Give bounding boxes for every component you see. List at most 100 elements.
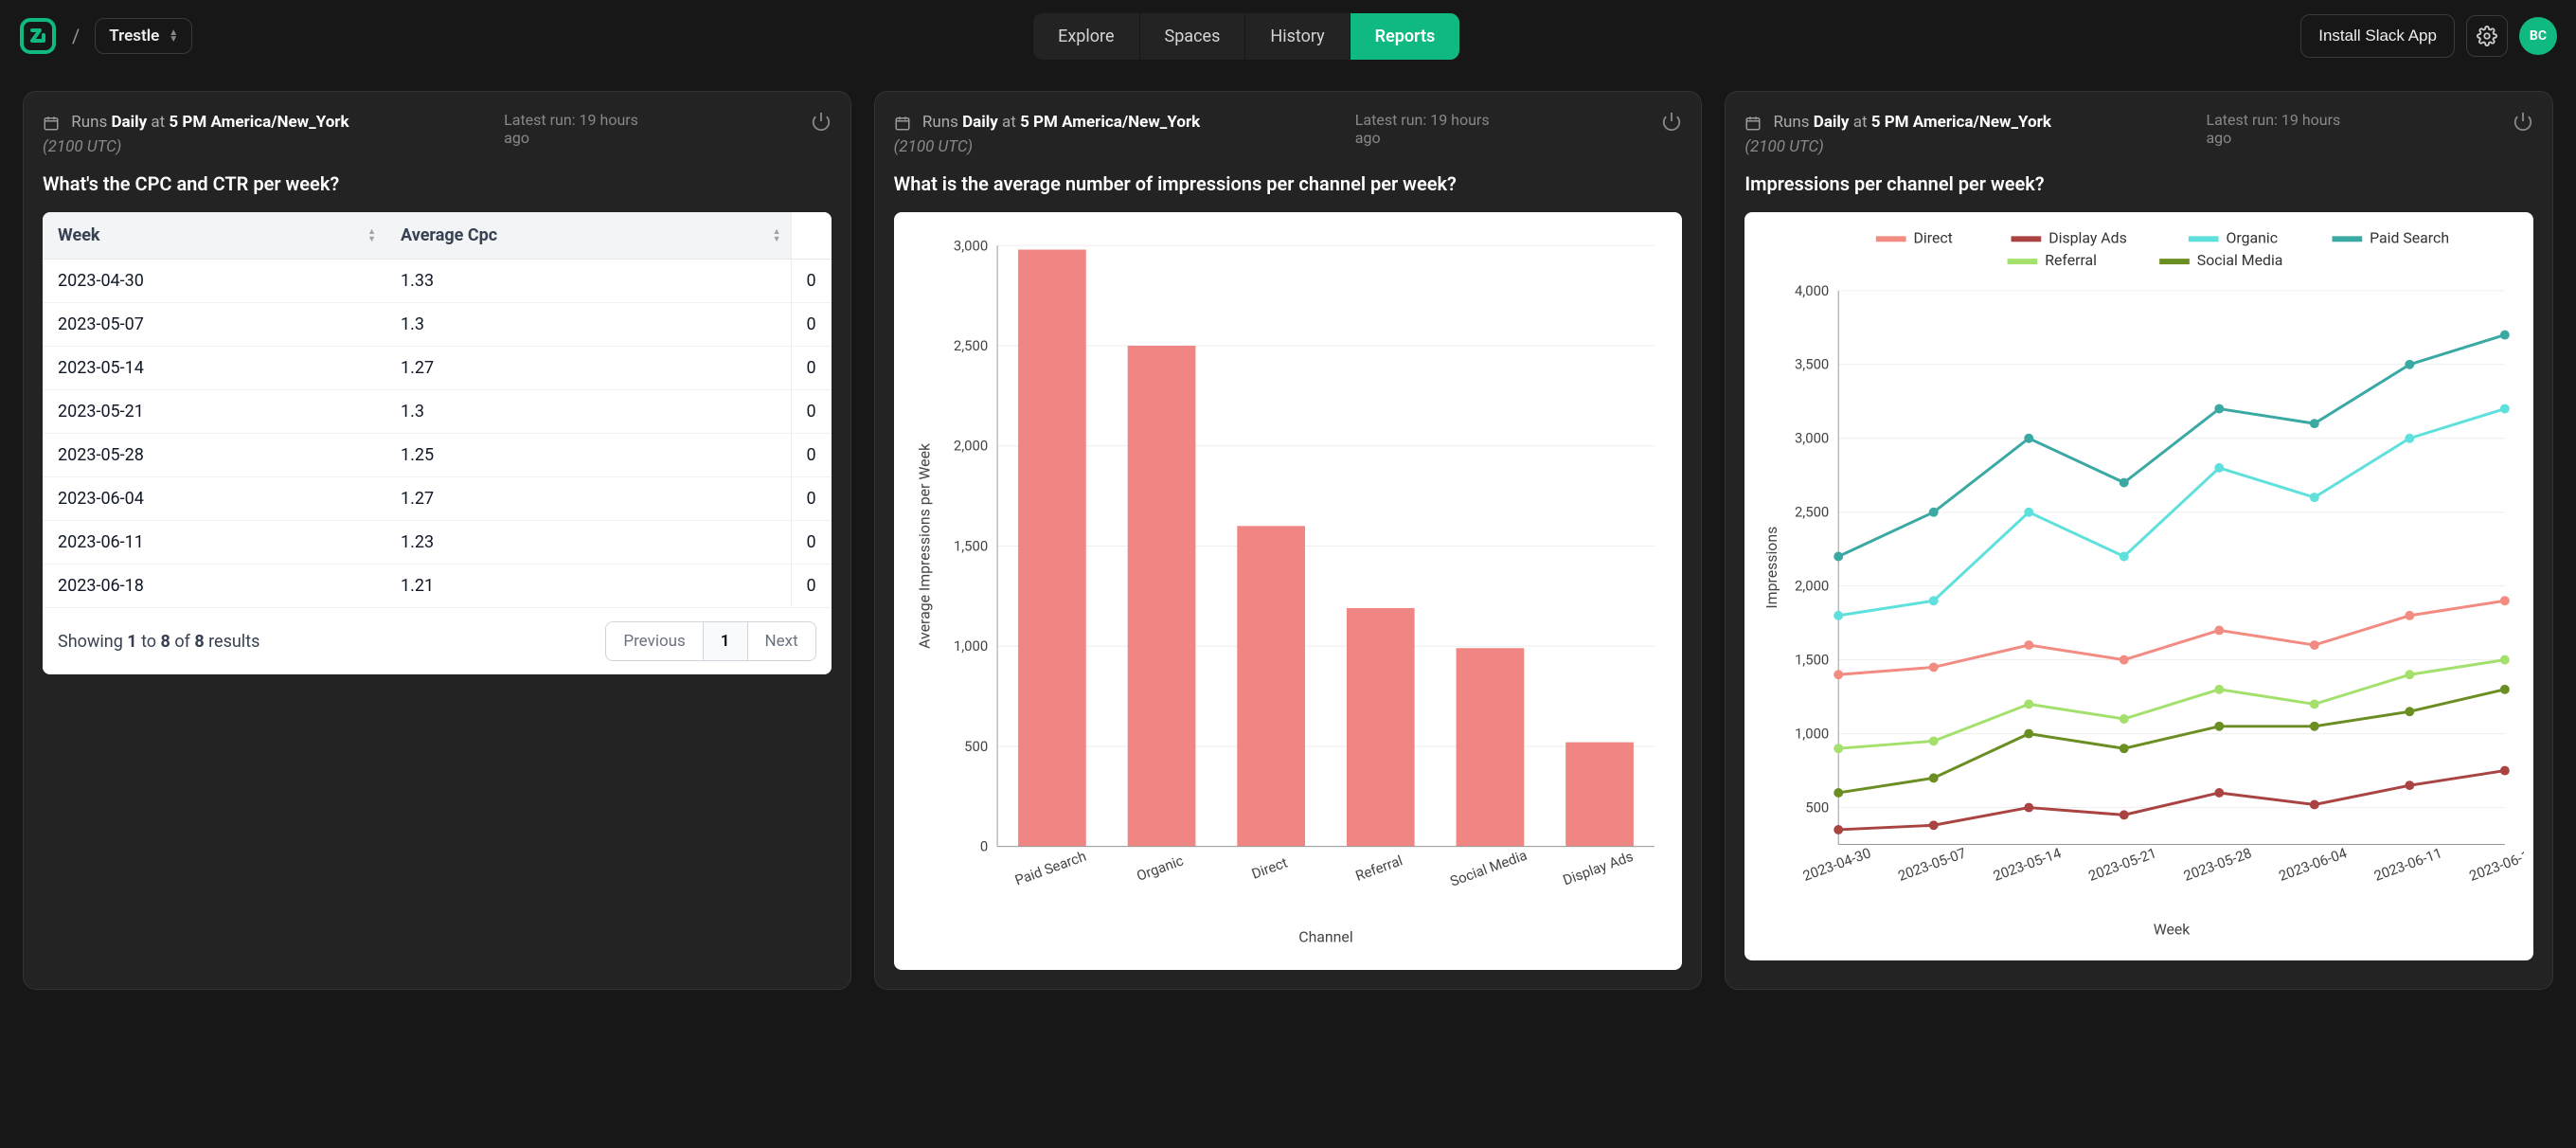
nav-history[interactable]: History <box>1245 13 1350 60</box>
latest-run: Latest run: 19 hours ago <box>2206 111 2357 147</box>
point[interactable] <box>2025 434 2034 443</box>
pager-prev[interactable]: Previous <box>606 622 703 660</box>
bar-direct[interactable] <box>1237 526 1305 846</box>
svg-text:2023-05-28: 2023-05-28 <box>2182 844 2255 885</box>
line-series-display ads[interactable] <box>1839 771 2506 830</box>
col-avg-cpc[interactable]: Average Cpc ▲▼ <box>385 212 791 260</box>
point[interactable] <box>2500 404 2510 414</box>
power-toggle[interactable] <box>2513 111 2533 135</box>
svg-text:Organic: Organic <box>2227 228 2279 246</box>
bar-organic[interactable] <box>1127 346 1195 847</box>
line-series-direct[interactable] <box>1839 601 2506 674</box>
point[interactable] <box>2120 552 2129 562</box>
cell-avg-cpc: 1.27 <box>385 347 791 390</box>
svg-text:Paid Search: Paid Search <box>2370 228 2449 246</box>
point[interactable] <box>2215 722 2225 731</box>
point[interactable] <box>2406 434 2415 443</box>
point[interactable] <box>1834 825 1844 834</box>
point[interactable] <box>1834 552 1844 562</box>
nav-spaces[interactable]: Spaces <box>1140 13 1246 60</box>
power-toggle[interactable] <box>811 111 832 135</box>
svg-text:Organic: Organic <box>1134 852 1185 884</box>
user-avatar[interactable]: BC <box>2519 17 2557 55</box>
svg-text:2023-06-11: 2023-06-11 <box>2372 844 2445 885</box>
workspace-picker[interactable]: Trestle ▲▼ <box>95 18 192 54</box>
cell-avg-cpc: 1.25 <box>385 434 791 477</box>
app-header: / Trestle ▲▼ Explore Spaces History Repo… <box>0 0 2576 72</box>
col-week[interactable]: Week ▲▼ <box>43 212 385 260</box>
power-toggle[interactable] <box>1661 111 1682 135</box>
svg-text:2023-05-14: 2023-05-14 <box>1992 844 2065 885</box>
point[interactable] <box>1834 788 1844 798</box>
point[interactable] <box>1929 773 1939 782</box>
bar-display ads[interactable] <box>1565 743 1634 847</box>
cell-week: 2023-06-04 <box>43 477 385 521</box>
point[interactable] <box>2215 788 2225 798</box>
point[interactable] <box>2120 810 2129 819</box>
point[interactable] <box>2120 478 2129 488</box>
cell-overflow: 0 <box>791 347 832 390</box>
pager-page-1[interactable]: 1 <box>704 622 748 660</box>
install-slack-button[interactable]: Install Slack App <box>2300 14 2455 58</box>
point[interactable] <box>2215 625 2225 635</box>
point[interactable] <box>2500 596 2510 605</box>
svg-text:Social Media: Social Media <box>1447 847 1529 890</box>
table-row: 2023-04-30 1.33 0 <box>43 260 832 303</box>
point[interactable] <box>2215 404 2225 414</box>
pager-next[interactable]: Next <box>748 622 815 660</box>
point[interactable] <box>2500 331 2510 340</box>
point[interactable] <box>1834 744 1844 753</box>
svg-text:Social Media: Social Media <box>2197 251 2283 269</box>
point[interactable] <box>2120 744 2129 753</box>
point[interactable] <box>2500 766 2510 776</box>
point[interactable] <box>2406 780 2415 790</box>
point[interactable] <box>2310 419 2319 428</box>
point[interactable] <box>2025 640 2034 650</box>
line-series-referral[interactable] <box>1839 660 2506 749</box>
nav-explore[interactable]: Explore <box>1033 13 1139 60</box>
workspace-name: Trestle <box>109 27 159 45</box>
point[interactable] <box>1834 670 1844 679</box>
point[interactable] <box>2310 493 2319 502</box>
point[interactable] <box>2120 714 2129 724</box>
point[interactable] <box>2500 655 2510 665</box>
point[interactable] <box>2025 508 2034 517</box>
svg-text:Direct: Direct <box>1249 854 1290 883</box>
point[interactable] <box>2025 803 2034 813</box>
bar-social media[interactable] <box>1456 648 1524 846</box>
point[interactable] <box>2310 722 2319 731</box>
report-card-avg-impressions: Runs Daily at 5 PM America/New_York (210… <box>874 91 1703 990</box>
svg-text:2,000: 2,000 <box>1795 578 1829 595</box>
point[interactable] <box>2500 685 2510 694</box>
point[interactable] <box>2406 707 2415 716</box>
point[interactable] <box>2120 655 2129 665</box>
point[interactable] <box>1929 508 1939 517</box>
point[interactable] <box>1834 611 1844 620</box>
line-series-paid search[interactable] <box>1839 335 2506 557</box>
point[interactable] <box>1929 596 1939 605</box>
nav-reports[interactable]: Reports <box>1351 13 1460 60</box>
latest-run: Latest run: 19 hours ago <box>504 111 655 147</box>
point[interactable] <box>1929 820 1939 830</box>
point[interactable] <box>2406 360 2415 369</box>
point[interactable] <box>2310 699 2319 709</box>
point[interactable] <box>2215 463 2225 473</box>
point[interactable] <box>2310 640 2319 650</box>
app-logo[interactable] <box>19 17 57 55</box>
point[interactable] <box>2025 729 2034 739</box>
bar-paid search[interactable] <box>1018 250 1086 847</box>
bar-referral[interactable] <box>1347 608 1415 847</box>
point[interactable] <box>1929 662 1939 672</box>
table-row: 2023-06-11 1.23 0 <box>43 521 832 565</box>
point[interactable] <box>2406 611 2415 620</box>
point[interactable] <box>1929 736 1939 745</box>
point[interactable] <box>2406 670 2415 679</box>
point[interactable] <box>2310 799 2319 809</box>
settings-button[interactable] <box>2466 15 2508 57</box>
point[interactable] <box>2025 699 2034 709</box>
point[interactable] <box>2215 685 2225 694</box>
schedule-info: Runs Daily at 5 PM America/New_York (210… <box>43 111 349 159</box>
cell-overflow: 0 <box>791 477 832 521</box>
svg-text:3,000: 3,000 <box>954 237 988 254</box>
svg-text:1,500: 1,500 <box>1795 652 1829 669</box>
